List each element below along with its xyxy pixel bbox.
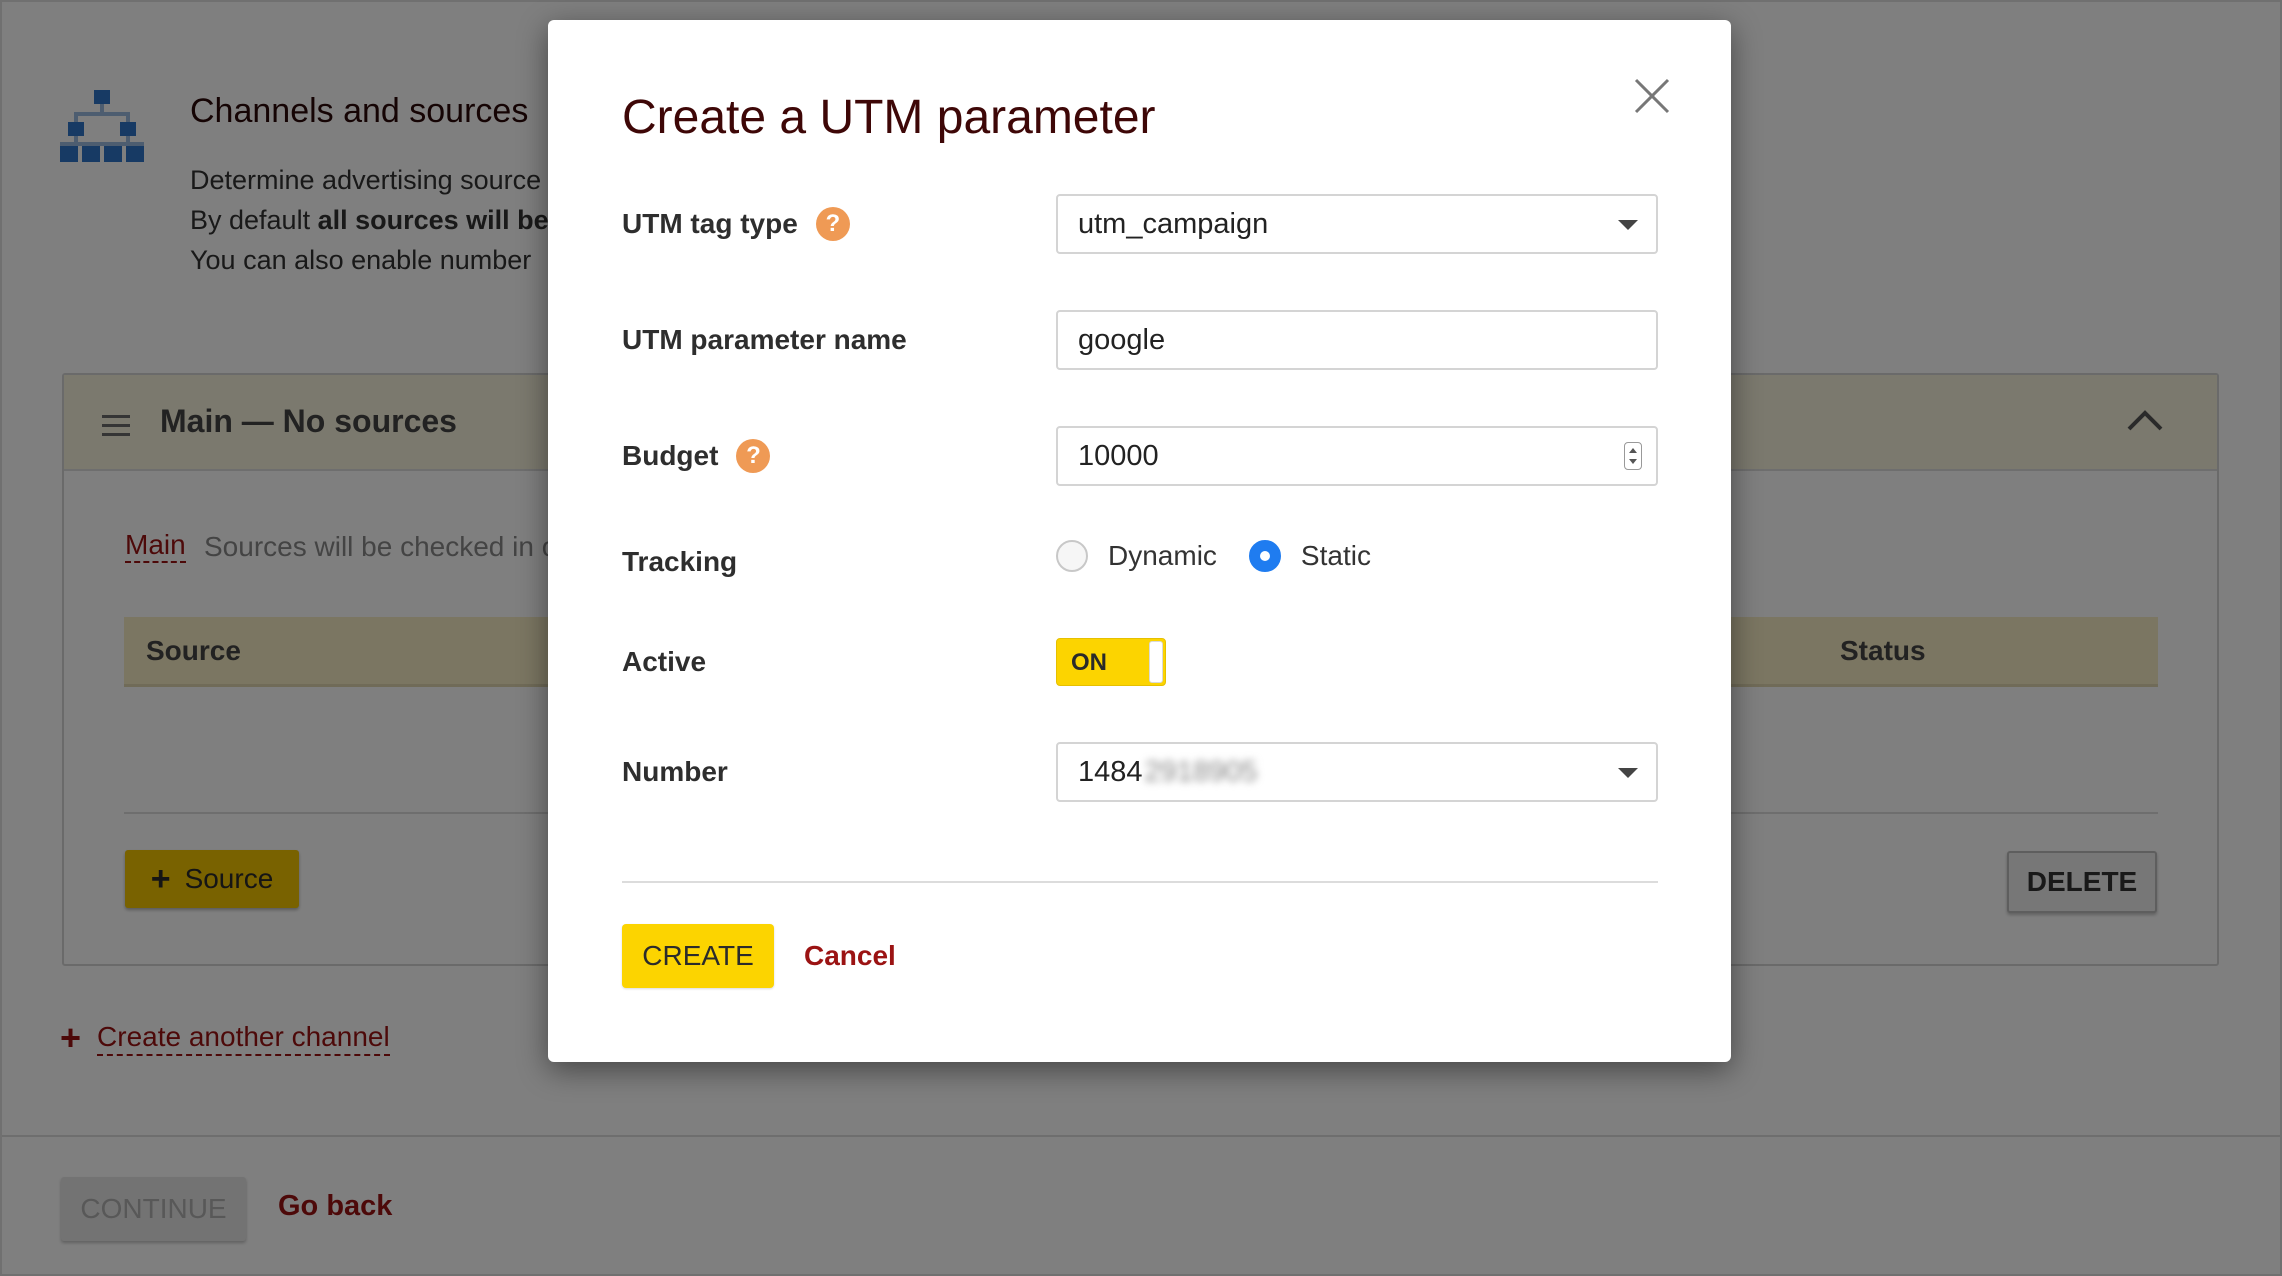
active-toggle[interactable]: ON [1056,638,1166,686]
tracking-option-static[interactable]: Static [1248,540,1371,572]
dynamic-label: Dynamic [1108,540,1217,571]
number-spinner-icon[interactable] [1624,442,1642,470]
tracking-text: Tracking [622,546,738,577]
static-label: Static [1300,540,1371,571]
close-icon[interactable] [1632,76,1672,116]
tracking-label: Tracking [622,542,737,582]
number-label: Number [622,752,728,792]
modal-title: Create a UTM parameter [622,91,1156,144]
caret-down-icon [1618,220,1638,230]
number-text: Number [622,756,728,787]
active-label: Active [622,642,706,682]
utm-tag-type-text: UTM tag type [622,208,798,239]
tracking-option-dynamic[interactable]: Dynamic [1056,540,1217,572]
utm-tag-type-value: utm_campaign [1078,207,1269,240]
caret-down-icon [1618,768,1638,778]
utm-param-name-label: UTM parameter name [622,320,907,360]
cancel-button[interactable]: Cancel [804,940,896,972]
help-icon[interactable]: ? [815,207,850,241]
active-text: Active [622,646,707,677]
number-select[interactable]: 1484 2918905 [1056,742,1658,802]
modal-divider [622,881,1658,883]
budget-label: Budget ? [622,436,771,476]
create-button[interactable]: CREATE [622,924,774,988]
help-icon[interactable]: ? [736,439,771,473]
number-value-blurred: 2918905 [1144,755,1258,788]
budget-text: Budget [622,440,719,471]
budget-value: 10000 [1078,439,1159,472]
toggle-on-label: ON [1071,649,1107,676]
utm-tag-type-select[interactable]: utm_campaign [1056,194,1658,254]
radio-checked-icon[interactable] [1248,540,1281,572]
create-utm-modal: Create a UTM parameter UTM tag type ? ut… [548,20,1731,1062]
radio-unchecked-icon[interactable] [1056,540,1088,572]
tracking-radio-group: Dynamic Static [1056,540,1371,572]
utm-tag-type-label: UTM tag type ? [622,204,850,244]
number-value: 1484 [1078,755,1143,788]
toggle-knob [1149,641,1163,683]
budget-input[interactable]: 10000 [1056,426,1658,486]
utm-param-name-text: UTM parameter name [622,324,907,355]
utm-param-name-input[interactable]: google [1056,310,1658,370]
utm-param-name-value: google [1078,323,1166,356]
